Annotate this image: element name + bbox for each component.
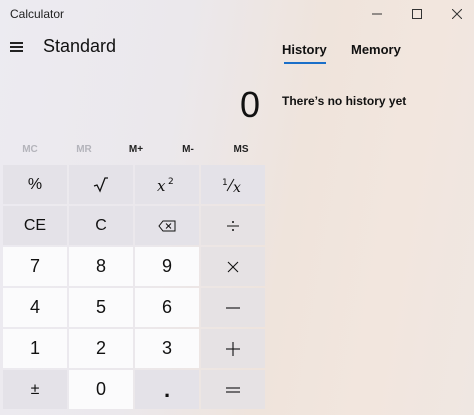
percent-button[interactable]: % bbox=[3, 165, 67, 204]
close-button[interactable] bbox=[436, 0, 474, 28]
memory-store-button[interactable]: MS bbox=[214, 144, 268, 155]
reciprocal-button[interactable]: 1x bbox=[201, 165, 265, 204]
keypad: % x2 1x CE C 7 8 9 4 5 6 1 2 3 ± 0 . bbox=[3, 165, 268, 410]
digit-6-button[interactable]: 6 bbox=[135, 288, 199, 327]
square-root-button[interactable] bbox=[69, 165, 133, 204]
hamburger-line bbox=[10, 50, 23, 52]
minus-icon bbox=[226, 306, 240, 309]
square-root-icon bbox=[93, 176, 108, 193]
reciprocal-icon: 1x bbox=[222, 178, 241, 194]
digit-9-button[interactable]: 9 bbox=[135, 247, 199, 286]
clear-button[interactable]: C bbox=[69, 206, 133, 245]
svg-text:x: x bbox=[157, 177, 166, 194]
backspace-icon bbox=[158, 220, 176, 231]
digit-0-button[interactable]: 0 bbox=[69, 370, 133, 409]
navigation-menu-button[interactable] bbox=[6, 36, 28, 58]
svg-text:1: 1 bbox=[222, 178, 228, 188]
square-button[interactable]: x2 bbox=[135, 165, 199, 204]
multiply-icon bbox=[227, 261, 239, 272]
digit-2-button[interactable]: 2 bbox=[69, 329, 133, 368]
app-title: Calculator bbox=[10, 7, 65, 21]
calculator-mode-title: Standard bbox=[43, 36, 117, 56]
active-tab-indicator bbox=[284, 62, 326, 64]
clear-entry-button[interactable]: CE bbox=[3, 206, 67, 245]
negate-button[interactable]: ± bbox=[3, 370, 67, 409]
svg-text:2: 2 bbox=[168, 177, 174, 187]
calculator-window: Calculator Standard 0 MC MR M+ M- MS % x… bbox=[0, 0, 474, 415]
history-empty-message: There’s no history yet bbox=[282, 94, 407, 108]
display-value: 0 bbox=[239, 84, 260, 125]
subtract-button[interactable] bbox=[201, 288, 265, 327]
digit-1-button[interactable]: 1 bbox=[3, 329, 67, 368]
tab-memory[interactable]: Memory bbox=[351, 42, 401, 57]
maximize-button[interactable] bbox=[396, 0, 438, 28]
equals-button[interactable] bbox=[201, 370, 265, 409]
tab-history[interactable]: History bbox=[282, 42, 327, 57]
digit-3-button[interactable]: 3 bbox=[135, 329, 199, 368]
backspace-button[interactable] bbox=[135, 206, 199, 245]
memory-subtract-button[interactable]: M- bbox=[161, 144, 215, 155]
hamburger-menu-icon bbox=[10, 42, 23, 44]
digit-8-button[interactable]: 8 bbox=[69, 247, 133, 286]
title-bar: Calculator bbox=[0, 0, 474, 28]
svg-text:x: x bbox=[233, 180, 241, 194]
maximize-icon bbox=[412, 9, 422, 19]
add-button[interactable] bbox=[201, 329, 265, 368]
x-squared-icon: x2 bbox=[157, 177, 174, 194]
divide-button[interactable] bbox=[201, 206, 265, 245]
memory-add-button[interactable]: M+ bbox=[109, 144, 163, 155]
equals-icon bbox=[226, 386, 240, 393]
plus-icon bbox=[226, 341, 240, 356]
decimal-button[interactable]: . bbox=[135, 370, 199, 409]
memory-clear-button[interactable]: MC bbox=[3, 144, 57, 155]
memory-recall-button[interactable]: MR bbox=[57, 144, 111, 155]
close-icon bbox=[452, 9, 462, 19]
minimize-button[interactable] bbox=[356, 0, 398, 28]
digit-7-button[interactable]: 7 bbox=[3, 247, 67, 286]
hamburger-line bbox=[10, 46, 23, 48]
multiply-button[interactable] bbox=[201, 247, 265, 286]
divide-icon bbox=[227, 220, 239, 231]
minimize-icon bbox=[372, 13, 382, 15]
digit-4-button[interactable]: 4 bbox=[3, 288, 67, 327]
memory-buttons-row: MC MR M+ M- MS bbox=[0, 144, 270, 162]
digit-5-button[interactable]: 5 bbox=[69, 288, 133, 327]
